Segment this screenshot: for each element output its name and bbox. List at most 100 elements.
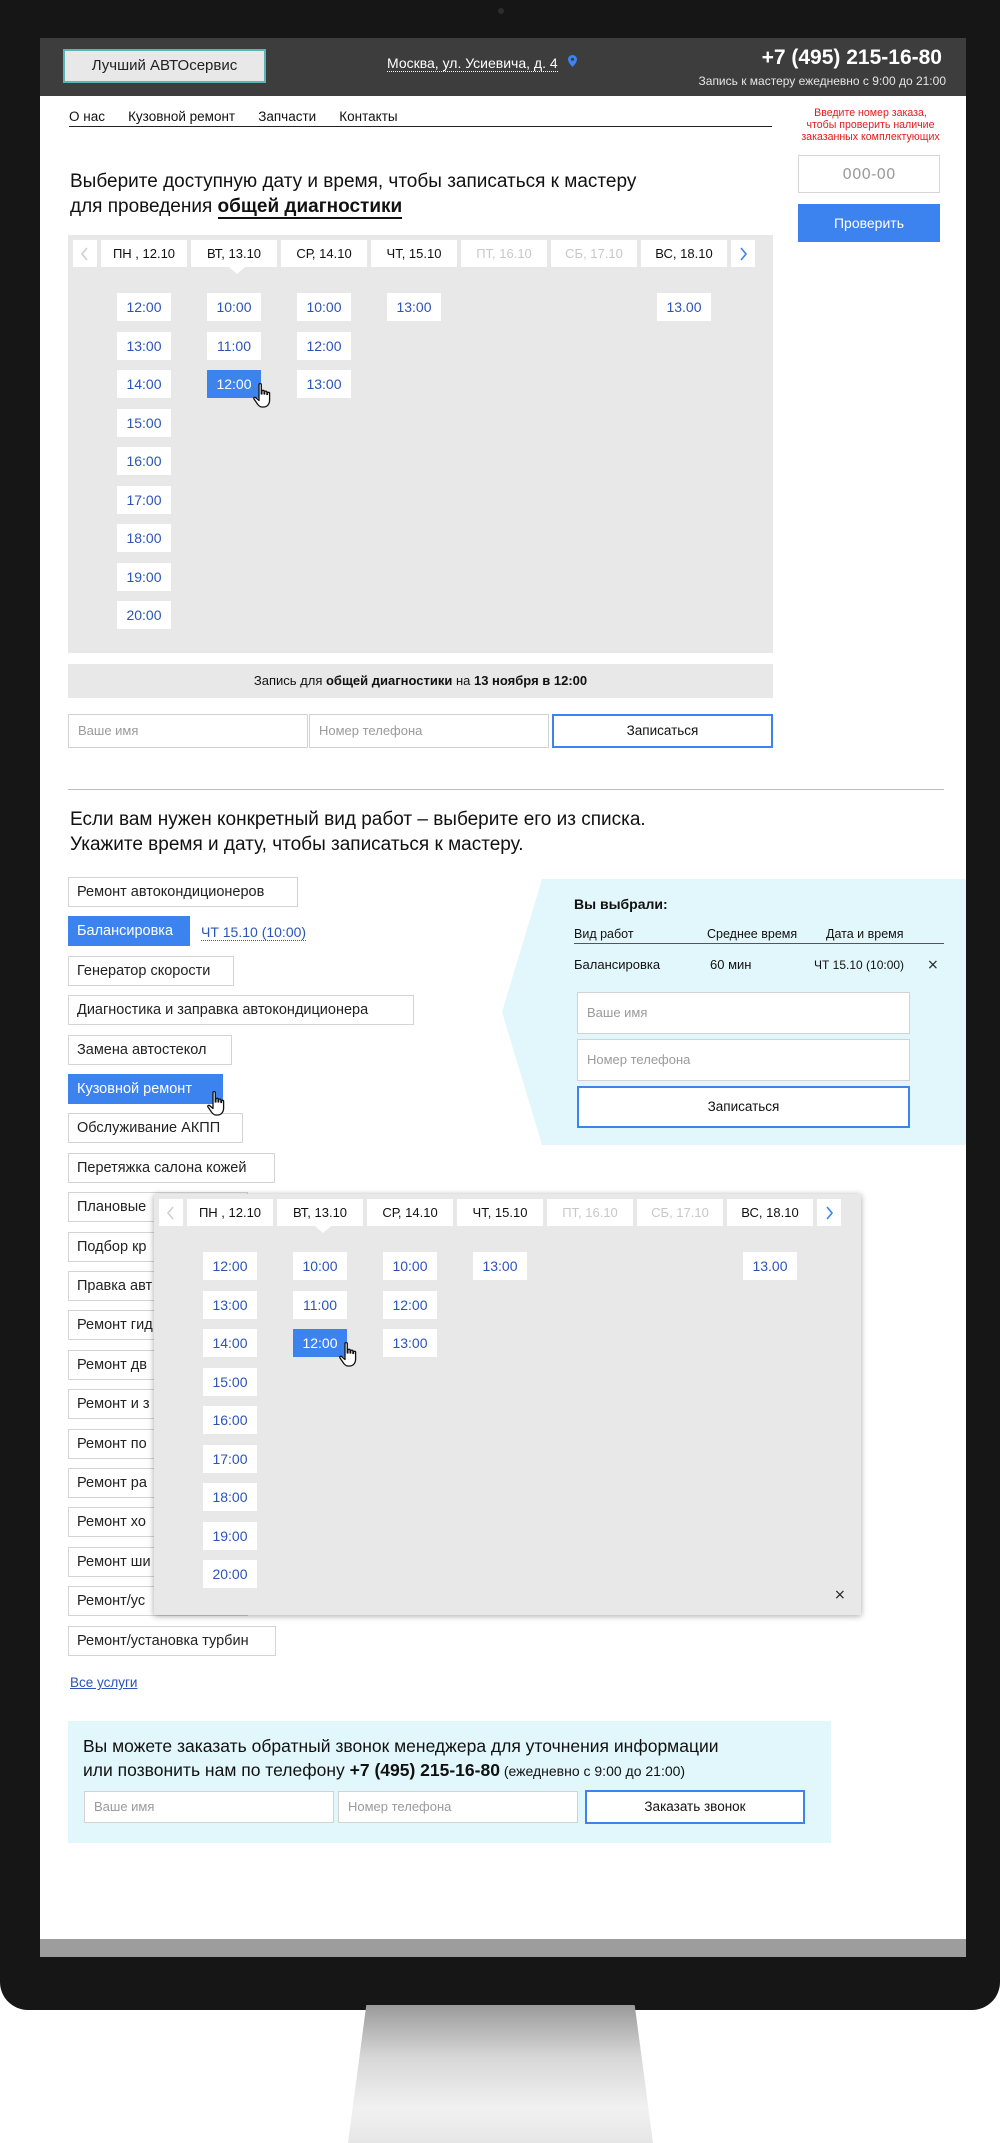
selected-date: ЧТ 15.10 (10:00) bbox=[814, 958, 905, 972]
diagnostics-time-slot[interactable]: 18:00 bbox=[117, 524, 171, 552]
selected-work: Балансировка bbox=[574, 957, 661, 972]
diagnostics-chevron-left-icon[interactable] bbox=[73, 240, 97, 267]
popup-day-tab: ПТ, 16.10 bbox=[547, 1199, 633, 1226]
popup-close-icon[interactable]: × bbox=[834, 1588, 846, 1602]
popup-time-slot[interactable]: 12:00 bbox=[203, 1252, 257, 1280]
service-item[interactable]: Диагностика и заправка автокондиционера bbox=[68, 995, 414, 1026]
order-check-panel: Введите номер заказа, чтобы проверить на… bbox=[798, 107, 943, 242]
selection-name-input[interactable]: Ваше имя bbox=[577, 992, 910, 1034]
popup-day-tab[interactable]: ЧТ, 15.10 bbox=[457, 1199, 543, 1226]
callback-hours: (ежедневно с 9:00 до 21:00) bbox=[499, 1763, 686, 1779]
popup-time-slot[interactable]: 10:00 bbox=[383, 1252, 437, 1280]
popup-time-slot[interactable]: 13:00 bbox=[203, 1290, 257, 1319]
diagnostics-time-slot[interactable]: 13:00 bbox=[387, 293, 441, 321]
popup-time-slot[interactable]: 14:00 bbox=[203, 1329, 257, 1357]
callback-name-input[interactable]: Ваше имя bbox=[84, 1791, 334, 1823]
service-item[interactable]: Ремонт/установка турбин bbox=[68, 1625, 276, 1656]
callback-phone-input[interactable]: Номер телефона bbox=[338, 1791, 578, 1823]
diagnostics-time-slot[interactable]: 11:00 bbox=[207, 331, 261, 360]
diagnostics-headline: Выберите доступную дату и время, чтобы з… bbox=[70, 169, 636, 219]
selection-title: Вы выбрали: bbox=[574, 896, 668, 912]
service-item[interactable]: Балансировка bbox=[68, 916, 190, 947]
diagnostics-time-slot[interactable]: 13:00 bbox=[297, 370, 351, 398]
services-headline: Если вам нужен конкретный вид работ – вы… bbox=[70, 807, 646, 857]
hand-cursor-icon bbox=[339, 1341, 357, 1367]
callback-panel: Вы можете заказать обратный звонок менед… bbox=[68, 1721, 831, 1843]
popup-day-tab[interactable]: ВТ, 13.10 bbox=[277, 1199, 363, 1233]
diagnostics-headline-line-1: Выберите доступную дату и время, чтобы з… bbox=[70, 171, 637, 192]
callback-plain: или позвонить нам по телефону bbox=[83, 1760, 350, 1780]
popup-chevron-left-icon[interactable] bbox=[159, 1199, 183, 1226]
popup-day-tab[interactable]: ВС, 18.10 bbox=[727, 1199, 813, 1226]
diagnostics-name-input[interactable]: Ваше имя bbox=[68, 714, 308, 748]
diagnostics-time-slot[interactable]: 12:00 bbox=[297, 331, 351, 360]
popup-time-slot[interactable]: 11:00 bbox=[293, 1290, 347, 1319]
callback-phone[interactable]: +7 (495) 215-16-80 bbox=[350, 1760, 500, 1780]
diagnostics-time-slot[interactable]: 14:00 bbox=[117, 370, 171, 398]
all-services-link[interactable]: Все услуги bbox=[70, 1675, 137, 1690]
camera-dot bbox=[498, 8, 504, 14]
diagnostics-time-slot[interactable]: 17:00 bbox=[117, 485, 171, 514]
diagnostics-day-tab[interactable]: ЧТ, 15.10 bbox=[371, 240, 457, 267]
callback-submit-button[interactable]: Заказать звонок bbox=[585, 1790, 805, 1824]
address-link[interactable]: Москва, ул. Усиевича, д. 4 bbox=[387, 55, 558, 72]
balancing-date-link[interactable]: ЧТ 15.10 (10:00) bbox=[201, 924, 307, 941]
popup-day-tab[interactable]: ПН , 12.10 bbox=[187, 1199, 273, 1226]
nav-item-body-repair[interactable]: Кузовной ремонт bbox=[128, 109, 235, 124]
diagnostics-time-slot[interactable]: 10:00 bbox=[297, 293, 351, 321]
check-order-button[interactable]: Проверить bbox=[798, 204, 940, 242]
service-item[interactable]: Замена автостекол bbox=[68, 1034, 232, 1065]
popup-time-slot[interactable]: 13.00 bbox=[743, 1252, 797, 1280]
diagnostics-chevron-right-icon[interactable] bbox=[731, 240, 755, 267]
diagnostics-day-tab[interactable]: СР, 14.10 bbox=[281, 240, 367, 267]
service-item[interactable]: Кузовной ремонт bbox=[68, 1074, 223, 1104]
diagnostics-time-slot[interactable]: 20:00 bbox=[117, 601, 171, 629]
popup-time-slot[interactable]: 17:00 bbox=[203, 1444, 257, 1473]
header-phone[interactable]: +7 (495) 215-16-80 bbox=[762, 46, 942, 70]
diagnostics-phone-input[interactable]: Номер телефона bbox=[309, 714, 549, 748]
order-check-hint: Введите номер заказа, чтобы проверить на… bbox=[801, 107, 940, 143]
diagnostics-time-slot[interactable]: 15:00 bbox=[117, 408, 171, 437]
popup-chevron-right-icon[interactable] bbox=[817, 1199, 841, 1226]
remove-selection-icon[interactable]: × bbox=[927, 958, 939, 972]
diagnostics-day-tab[interactable]: ВС, 18.10 bbox=[641, 240, 727, 267]
popup-time-slot[interactable]: 13:00 bbox=[383, 1329, 437, 1357]
diagnostics-day-tab[interactable]: ПН , 12.10 bbox=[101, 240, 187, 267]
popup-time-slot[interactable]: 12:00 bbox=[383, 1290, 437, 1319]
diagnostics-time-slot[interactable]: 16:00 bbox=[117, 447, 171, 475]
diagnostics-time-slot[interactable]: 19:00 bbox=[117, 562, 171, 591]
site-logo[interactable]: Лучший АВТОсервис bbox=[63, 49, 266, 83]
selection-submit-button[interactable]: Записаться bbox=[577, 1086, 910, 1128]
diagnostics-time-slot[interactable]: 10:00 bbox=[207, 293, 261, 321]
selection-phone-input[interactable]: Номер телефона bbox=[577, 1039, 910, 1081]
service-item[interactable]: Перетяжка салона кожей bbox=[68, 1152, 275, 1183]
summary-mid: на bbox=[452, 673, 474, 688]
service-item[interactable]: Генератор скорости bbox=[68, 955, 234, 986]
popup-time-slot[interactable]: 19:00 bbox=[203, 1521, 257, 1550]
diagnostics-submit-button[interactable]: Записаться bbox=[552, 714, 773, 748]
popup-time-slot[interactable]: 20:00 bbox=[203, 1560, 257, 1588]
site-header: Лучший АВТОсервис Москва, ул. Усиевича, … bbox=[40, 38, 966, 96]
popup-day-tab: СБ, 17.10 bbox=[637, 1199, 723, 1226]
diagnostics-time-slot[interactable]: 13.00 bbox=[657, 293, 711, 321]
location-pin-icon bbox=[568, 55, 577, 67]
popup-time-slot[interactable]: 16:00 bbox=[203, 1406, 257, 1434]
summary-datetime: 13 ноября в 12:00 bbox=[473, 673, 588, 688]
popup-time-slot[interactable]: 13:00 bbox=[473, 1252, 527, 1280]
nav-item-about[interactable]: О нас bbox=[69, 109, 105, 124]
popup-time-slot[interactable]: 18:00 bbox=[203, 1483, 257, 1511]
popup-day-tab[interactable]: СР, 14.10 bbox=[367, 1199, 453, 1226]
nav-item-parts[interactable]: Запчасти bbox=[258, 109, 316, 124]
service-item[interactable]: Ремонт автокондиционеров bbox=[68, 877, 298, 907]
order-number-input[interactable]: 000-00 bbox=[798, 155, 940, 193]
diagnostics-day-tab[interactable]: ВТ, 13.10 bbox=[191, 240, 277, 274]
popup-day-tabs: ПН , 12.10 ВТ, 13.10 СР, 14.10 ЧТ, 15.10 ПТ,… bbox=[159, 1199, 841, 1233]
callback-line-1: Вы можете заказать обратный звонок менед… bbox=[83, 1736, 719, 1756]
popup-time-slot[interactable]: 10:00 bbox=[293, 1252, 347, 1280]
nav-item-contacts[interactable]: Контакты bbox=[339, 109, 397, 124]
diagnostics-time-slot[interactable]: 12:00 bbox=[117, 293, 171, 321]
popup-time-slot[interactable]: 15:00 bbox=[203, 1367, 257, 1396]
diagnostics-time-slot[interactable]: 13:00 bbox=[117, 331, 171, 360]
callback-text: Вы можете заказать обратный звонок менед… bbox=[83, 1734, 719, 1783]
headline-plain-text: для проведения bbox=[70, 196, 218, 217]
